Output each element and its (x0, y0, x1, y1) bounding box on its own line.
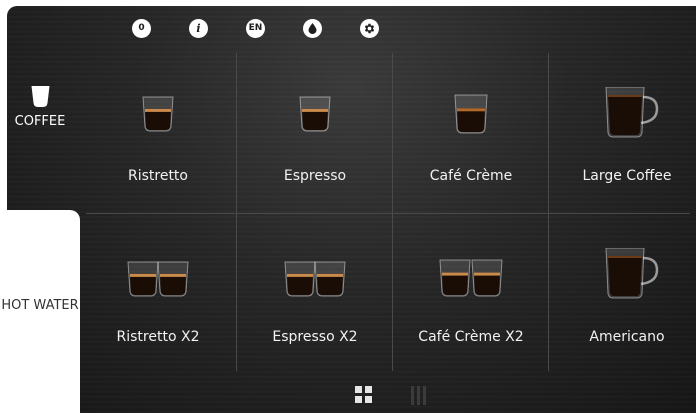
drink-label: Large Coffee (582, 168, 672, 184)
info-glyph: i (196, 22, 201, 35)
counter-icon[interactable]: 0 (132, 19, 151, 38)
drink-label: Café Crème X2 (418, 329, 524, 345)
sidebar-item-coffee[interactable]: COFFEE (5, 86, 75, 130)
espresso-x2-glass-icon (237, 248, 393, 308)
cafe-creme-x2-glass-icon (393, 248, 549, 308)
language-icon[interactable]: EN (246, 19, 265, 38)
list-view-icon[interactable] (410, 386, 427, 409)
water-drop-icon[interactable] (303, 19, 322, 38)
drink-tile-ristretto-x2[interactable]: Ristretto X2 (80, 214, 236, 374)
ristretto-x2-glass-icon (80, 248, 236, 308)
drink-label: Espresso X2 (272, 329, 358, 345)
drink-tile-espresso-x2[interactable]: Espresso X2 (237, 214, 393, 374)
drink-label: Americano (589, 329, 665, 345)
drink-label: Ristretto (127, 168, 188, 184)
info-icon[interactable]: i (189, 19, 208, 38)
drink-label: Café Crème (429, 168, 513, 184)
americano-mug-icon (549, 247, 696, 308)
sidebar-item-hot-water[interactable]: HOT WATER (0, 297, 80, 314)
drink-tile-espresso[interactable]: Espresso (237, 53, 393, 213)
drink-tile-ristretto[interactable]: Ristretto (80, 53, 236, 213)
espresso-glass-icon (237, 87, 393, 147)
sidebar-item-label: HOT WATER (1, 298, 79, 313)
top-bar: 0 i EN (0, 0, 696, 50)
cafe-creme-glass-icon (393, 87, 549, 147)
gear-icon[interactable] (360, 19, 379, 38)
drink-tile-cafe-creme[interactable]: Café Crème (393, 53, 549, 213)
grid-view-icon[interactable] (355, 386, 372, 407)
drink-label: Espresso (283, 168, 347, 184)
ristretto-glass-icon (80, 87, 236, 147)
drink-tile-large-coffee[interactable]: Large Coffee (549, 53, 696, 213)
large-coffee-mug-icon (549, 86, 696, 147)
language-code: EN (248, 23, 263, 33)
coffee-cup-icon (31, 86, 50, 108)
sidebar-item-label: COFFEE (14, 114, 66, 129)
drink-label: Ristretto X2 (116, 329, 200, 345)
counter-value: 0 (138, 23, 145, 33)
drink-tile-cafe-creme-x2[interactable]: Café Crème X2 (393, 214, 549, 374)
drink-tile-americano[interactable]: Americano (549, 214, 696, 374)
